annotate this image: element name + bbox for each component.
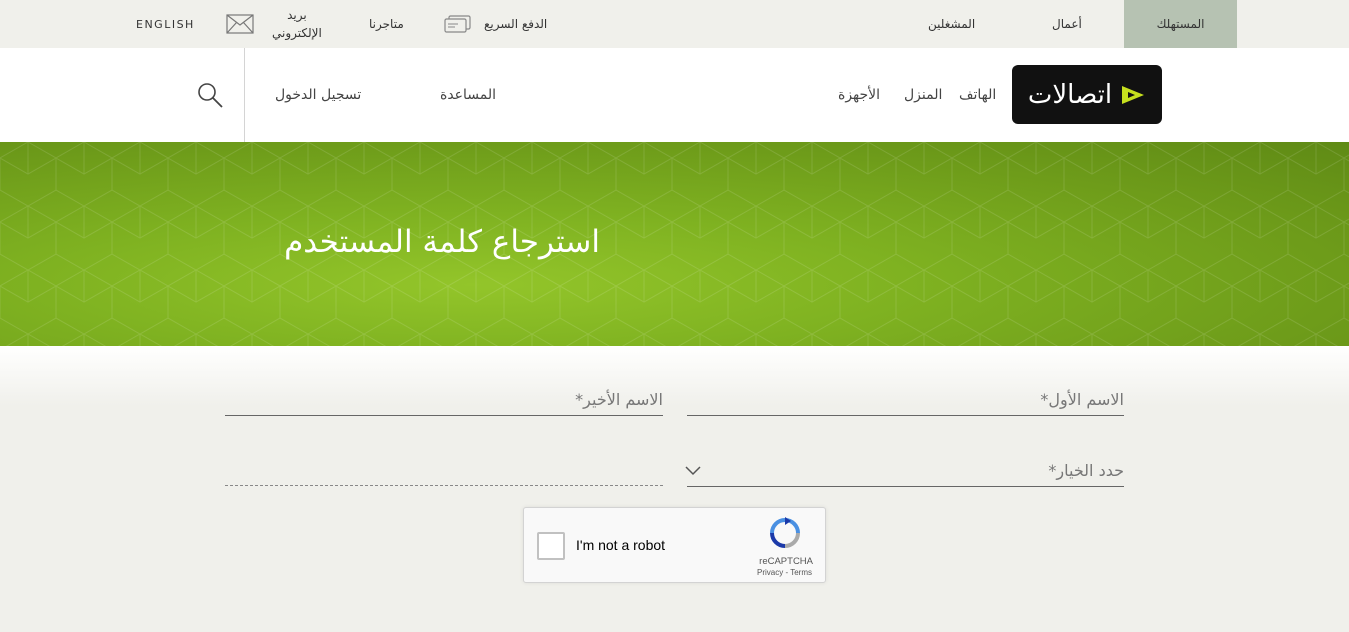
- language-label: ENGLISH: [136, 17, 195, 31]
- top-utility-bar: المستهلك أعمال المشغلين الدفع السريع متا…: [0, 0, 1349, 48]
- mail-envelope-icon: [226, 14, 254, 34]
- nav-home-label: المنزل: [904, 87, 943, 103]
- tab-business-label: أعمال: [1052, 17, 1082, 31]
- stores-label: متاجرنا: [369, 17, 404, 31]
- email-label-line2: الإلكتروني: [272, 26, 322, 40]
- nav-login[interactable]: تسجيل الدخول: [275, 48, 361, 142]
- quickpay-card-icon: [444, 15, 471, 33]
- nav-phone-label: الهاتف: [959, 87, 997, 103]
- nav-devices[interactable]: الأجهزة: [838, 48, 880, 142]
- main-navigation: اتصالات الهاتف المنزل الأجهزة المساعدة ت…: [0, 48, 1349, 142]
- nav-home[interactable]: المنزل: [904, 48, 942, 142]
- stores-link[interactable]: متاجرنا: [369, 0, 404, 48]
- etisalat-logo[interactable]: اتصالات: [1012, 65, 1162, 124]
- email-label: بريد الإلكتروني: [272, 6, 322, 42]
- search-icon[interactable]: [196, 81, 224, 109]
- tab-business[interactable]: أعمال: [1052, 0, 1082, 48]
- nav-help-label: المساعدة: [440, 87, 497, 103]
- hero-banner: استرجاع كلمة المستخدم: [0, 142, 1349, 346]
- recaptcha-brand: reCAPTCHA: [759, 556, 813, 567]
- last-name-field[interactable]: الاسم الأخير*: [225, 380, 663, 416]
- tab-operators[interactable]: المشغلين: [928, 0, 975, 48]
- quickpay-label: الدفع السريع: [484, 17, 548, 31]
- secondary-select[interactable]: [225, 450, 663, 486]
- first-name-field[interactable]: الاسم الأول*: [687, 380, 1124, 416]
- nav-help[interactable]: المساعدة: [440, 48, 496, 142]
- recaptcha-links[interactable]: Privacy - Terms: [757, 568, 812, 577]
- language-switch[interactable]: ENGLISH: [136, 0, 195, 48]
- tab-consumer-label: المستهلك: [1156, 17, 1205, 31]
- chevron-down-icon: [685, 466, 701, 476]
- recaptcha-label: I'm not a robot: [576, 537, 666, 553]
- quickpay-link[interactable]: الدفع السريع: [444, 0, 547, 48]
- page-title: استرجاع كلمة المستخدم: [284, 224, 600, 260]
- nav-phone[interactable]: الهاتف: [959, 48, 996, 142]
- last-name-label: الاسم الأخير*: [575, 390, 663, 409]
- email-link[interactable]: بريد الإلكتروني: [226, 0, 322, 48]
- logo-text: اتصالات: [1027, 79, 1113, 110]
- recaptcha-checkbox[interactable]: [537, 532, 565, 560]
- nav-devices-label: الأجهزة: [838, 87, 881, 103]
- tab-consumer[interactable]: المستهلك: [1124, 0, 1237, 48]
- recaptcha-logo-icon: [770, 517, 800, 548]
- tab-operators-label: المشغلين: [928, 17, 976, 31]
- recaptcha-widget: I'm not a robot reCAPTCHA Privacy - Term…: [523, 507, 826, 583]
- email-label-line1: بريد: [287, 8, 307, 22]
- option-select[interactable]: حدد الخيار*: [685, 450, 1124, 487]
- first-name-label: الاسم الأول*: [1040, 390, 1124, 409]
- etisalat-logo-mark-icon: [1122, 85, 1145, 104]
- hero-cube-pattern: [0, 142, 1349, 346]
- nav-divider: [244, 48, 245, 142]
- option-select-label: حدد الخيار*: [1048, 461, 1124, 480]
- form-area: [0, 346, 1349, 632]
- nav-login-label: تسجيل الدخول: [275, 87, 362, 103]
